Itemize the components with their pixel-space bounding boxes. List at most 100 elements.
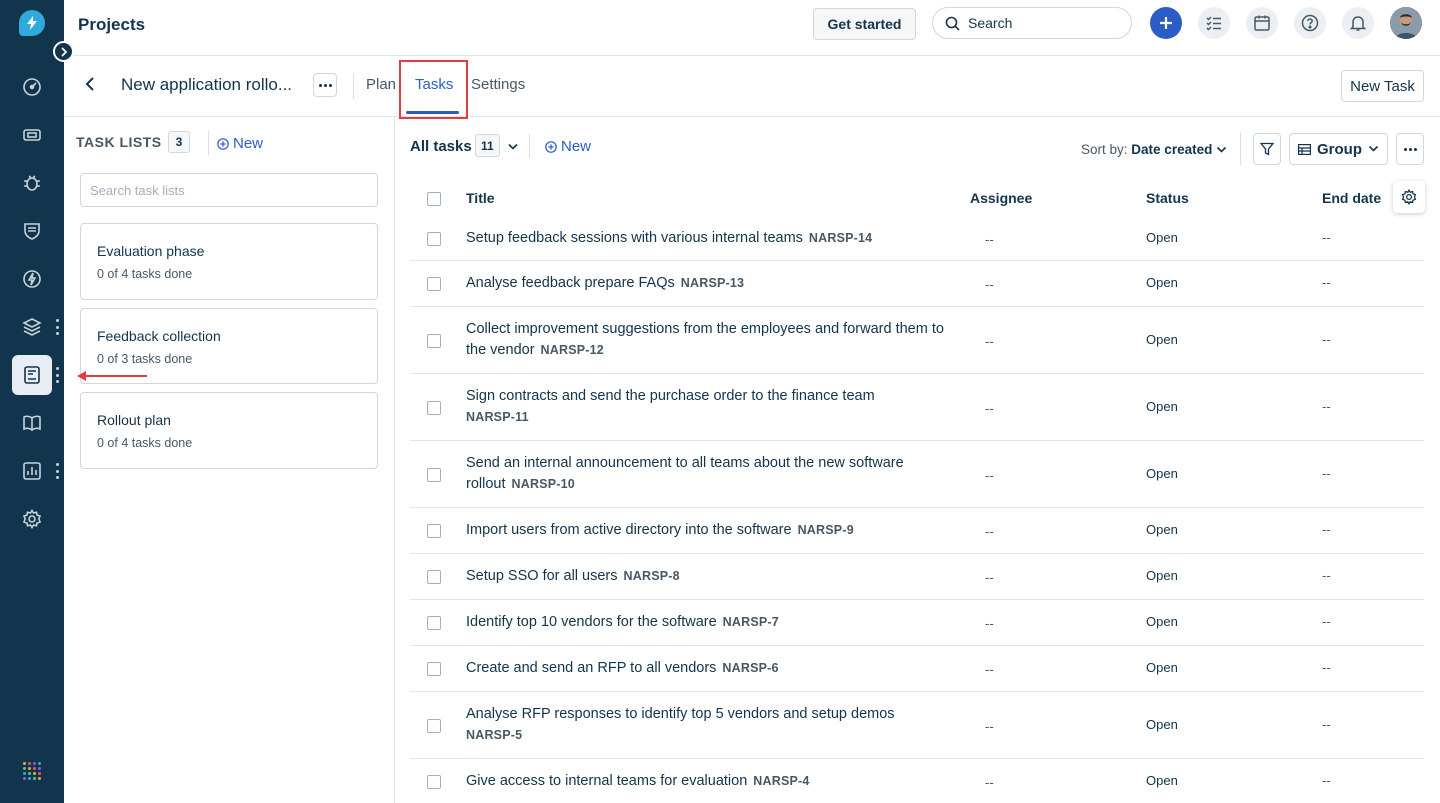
task-title[interactable]: Setup SSO for all users NARSP-8 — [466, 566, 946, 587]
task-list-card[interactable]: Evaluation phase 0 of 4 tasks done — [80, 223, 378, 300]
column-settings-button[interactable] — [1393, 181, 1425, 213]
projects-icon[interactable] — [12, 355, 52, 395]
table-row[interactable]: Identify top 10 vendors for the software… — [410, 600, 1424, 646]
table-row[interactable]: Send an internal announcement to all tea… — [410, 441, 1424, 508]
task-assignee[interactable]: -- — [985, 719, 994, 734]
filter-button[interactable] — [1253, 133, 1281, 165]
task-title[interactable]: Give access to internal teams for evalua… — [466, 771, 946, 792]
expand-sidebar-button[interactable] — [53, 41, 74, 62]
global-search-input[interactable]: Search — [932, 7, 1132, 39]
task-title[interactable]: Analyse RFP responses to identify top 5 … — [466, 704, 946, 746]
shield-icon[interactable] — [12, 211, 52, 251]
row-checkbox[interactable] — [427, 616, 441, 630]
task-status[interactable]: Open — [1146, 332, 1178, 347]
bug-icon[interactable] — [12, 163, 52, 203]
task-end-date[interactable]: -- — [1322, 717, 1331, 732]
tab-plan[interactable]: Plan — [366, 76, 396, 93]
column-header-assignee[interactable]: Assignee — [970, 190, 1032, 206]
tickets-icon[interactable] — [12, 115, 52, 155]
dashboard-icon[interactable] — [12, 67, 52, 107]
table-row[interactable]: Setup SSO for all users NARSP-8 -- Open -… — [410, 554, 1424, 600]
layers-menu-dots-icon[interactable] — [54, 319, 60, 335]
row-checkbox[interactable] — [427, 775, 441, 789]
task-status[interactable]: Open — [1146, 466, 1178, 481]
chevron-down-icon[interactable] — [507, 143, 519, 151]
task-title[interactable]: Analyse feedback prepare FAQs NARSP-13 — [466, 273, 946, 294]
task-status[interactable]: Open — [1146, 399, 1178, 414]
user-avatar[interactable] — [1390, 7, 1422, 39]
layers-icon[interactable] — [12, 307, 52, 347]
task-title[interactable]: Sign contracts and send the purchase ord… — [466, 386, 946, 428]
task-title[interactable]: Collect improvement suggestions from the… — [466, 319, 946, 361]
table-row[interactable]: Sign contracts and send the purchase ord… — [410, 374, 1424, 441]
task-title[interactable]: Setup feedback sessions with various int… — [466, 228, 946, 249]
task-assignee[interactable]: -- — [985, 616, 994, 631]
lightning-icon[interactable] — [12, 259, 52, 299]
all-tasks-view-selector[interactable]: All tasks — [410, 138, 472, 155]
task-assignee[interactable]: -- — [985, 277, 994, 292]
help-icon[interactable] — [1294, 7, 1326, 39]
task-status[interactable]: Open — [1146, 773, 1178, 788]
row-checkbox[interactable] — [427, 570, 441, 584]
project-more-options-button[interactable] — [313, 73, 337, 97]
create-new-button[interactable] — [1150, 7, 1182, 39]
column-header-status[interactable]: Status — [1146, 190, 1189, 206]
table-row[interactable]: Create and send an RFP to all vendors NAR… — [410, 646, 1424, 692]
task-assignee[interactable]: -- — [985, 401, 994, 416]
new-task-list-button[interactable]: New — [217, 135, 263, 152]
row-checkbox[interactable] — [427, 719, 441, 733]
row-checkbox[interactable] — [427, 334, 441, 348]
new-task-inline-button[interactable]: New — [545, 138, 591, 155]
select-all-checkbox[interactable] — [427, 192, 441, 206]
task-status[interactable]: Open — [1146, 660, 1178, 675]
task-list-card[interactable]: Rollout plan 0 of 4 tasks done — [80, 392, 378, 469]
task-assignee[interactable]: -- — [985, 468, 994, 483]
task-title[interactable]: Create and send an RFP to all vendors NAR… — [466, 658, 946, 679]
task-title[interactable]: Send an internal announcement to all tea… — [466, 453, 926, 495]
get-started-button[interactable]: Get started — [813, 8, 916, 40]
table-row[interactable]: Collect improvement suggestions from the… — [410, 307, 1424, 374]
apps-grid-icon[interactable] — [23, 762, 41, 780]
table-row[interactable]: Analyse feedback prepare FAQs NARSP-13 --… — [410, 261, 1424, 307]
task-end-date[interactable]: -- — [1322, 660, 1331, 675]
table-row[interactable]: Setup feedback sessions with various int… — [410, 219, 1424, 261]
tasks-more-options-button[interactable] — [1396, 133, 1424, 165]
row-checkbox[interactable] — [427, 468, 441, 482]
column-header-end-date[interactable]: End date — [1322, 190, 1381, 206]
task-assignee[interactable]: -- — [985, 662, 994, 677]
row-checkbox[interactable] — [427, 662, 441, 676]
task-status[interactable]: Open — [1146, 522, 1178, 537]
task-assignee[interactable]: -- — [985, 524, 994, 539]
task-title[interactable]: Import users from active directory into … — [466, 520, 946, 541]
task-status[interactable]: Open — [1146, 717, 1178, 732]
task-end-date[interactable]: -- — [1322, 399, 1331, 414]
task-assignee[interactable]: -- — [985, 334, 994, 349]
reports-menu-dots-icon[interactable] — [54, 463, 60, 479]
task-assignee[interactable]: -- — [985, 775, 994, 790]
sort-by-dropdown[interactable]: Sort by: Date created — [1081, 142, 1227, 157]
table-row[interactable]: Import users from active directory into … — [410, 508, 1424, 554]
new-task-button[interactable]: New Task — [1341, 70, 1424, 102]
book-icon[interactable] — [12, 403, 52, 443]
todo-list-icon[interactable] — [1198, 7, 1230, 39]
task-end-date[interactable]: -- — [1322, 614, 1331, 629]
task-assignee[interactable]: -- — [985, 570, 994, 585]
task-status[interactable]: Open — [1146, 568, 1178, 583]
freshservice-logo-icon[interactable] — [19, 10, 45, 36]
task-assignee[interactable]: -- — [985, 232, 994, 247]
column-header-title[interactable]: Title — [466, 190, 495, 206]
reports-icon[interactable] — [12, 451, 52, 491]
task-end-date[interactable]: -- — [1322, 332, 1331, 347]
row-checkbox[interactable] — [427, 401, 441, 415]
group-by-button[interactable]: Group — [1289, 133, 1388, 165]
search-task-lists-input[interactable] — [80, 173, 378, 207]
table-row[interactable]: Give access to internal teams for evalua… — [410, 759, 1424, 803]
settings-icon[interactable] — [12, 499, 52, 539]
task-status[interactable]: Open — [1146, 230, 1178, 245]
table-row[interactable]: Analyse RFP responses to identify top 5 … — [410, 692, 1424, 759]
calendar-icon[interactable] — [1246, 7, 1278, 39]
back-arrow-icon[interactable] — [80, 74, 100, 94]
tab-settings[interactable]: Settings — [471, 76, 525, 93]
task-end-date[interactable]: -- — [1322, 275, 1331, 290]
task-title[interactable]: Identify top 10 vendors for the software… — [466, 612, 946, 633]
